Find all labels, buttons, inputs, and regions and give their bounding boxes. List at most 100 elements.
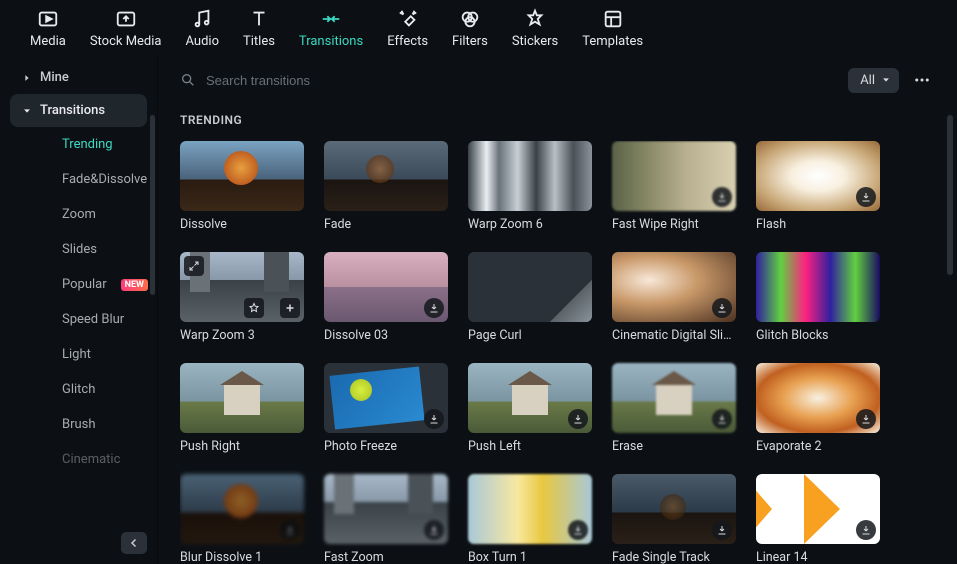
filter-all-button[interactable]: All (848, 68, 899, 93)
transition-card[interactable]: Linear 14 (756, 474, 880, 564)
templates-icon (602, 8, 624, 30)
sidebar-item-label: Speed Blur (62, 312, 124, 327)
sidebar-scrollbar[interactable] (150, 115, 155, 295)
sidebar-item-slides[interactable]: Slides (50, 232, 147, 267)
collapse-sidebar-button[interactable] (121, 532, 147, 554)
transition-thumbnail (756, 252, 880, 322)
transition-card[interactable]: Cinematic Digital Slide 03 (612, 252, 736, 343)
chevron-down-icon (881, 75, 891, 85)
expand-icon[interactable] (184, 256, 204, 276)
transition-thumbnail (180, 252, 304, 322)
transitions-icon (320, 8, 342, 30)
sidebar-item-label: Trending (62, 137, 113, 152)
sidebar-item-label: Popular (62, 277, 107, 292)
transition-card[interactable]: Box Turn 1 (468, 474, 592, 564)
sidebar-item-trending[interactable]: Trending (50, 127, 147, 162)
transition-card[interactable]: Page Curl (468, 252, 592, 343)
download-icon[interactable] (424, 409, 444, 429)
media-icon (37, 8, 59, 30)
transition-card[interactable]: Blur Dissolve 1 (180, 474, 304, 564)
tab-effects[interactable]: Effects (387, 8, 428, 49)
download-icon[interactable] (856, 520, 876, 540)
transition-thumbnail (756, 363, 880, 433)
filter-label: All (860, 73, 875, 88)
sidebar-item-label: Cinematic (62, 452, 120, 467)
download-icon[interactable] (568, 409, 588, 429)
download-icon[interactable] (712, 409, 732, 429)
transition-card[interactable]: Dissolve 03 (324, 252, 448, 343)
tab-label: Media (30, 34, 66, 49)
transition-card[interactable]: Fast Zoom (324, 474, 448, 564)
tab-media[interactable]: Media (30, 8, 66, 49)
sidebar-item-mine[interactable]: Mine (10, 61, 147, 94)
transition-thumbnail (612, 474, 736, 544)
new-badge: NEW (121, 279, 148, 291)
section-title: TRENDING (180, 113, 935, 127)
sidebar-item-transitions[interactable]: Transitions (10, 94, 147, 127)
transition-card[interactable]: Erase (612, 363, 736, 454)
transition-card[interactable]: Push Right (180, 363, 304, 454)
transition-card[interactable]: Glitch Blocks (756, 252, 880, 343)
transition-card[interactable]: Flash (756, 141, 880, 232)
favorite-icon[interactable] (244, 298, 264, 318)
sidebar-item-brush[interactable]: Brush (50, 407, 147, 442)
transition-card[interactable]: Photo Freeze (324, 363, 448, 454)
download-icon[interactable] (856, 187, 876, 207)
transition-label: Fade (324, 217, 448, 232)
transition-card[interactable]: Warp Zoom 6 (468, 141, 592, 232)
transition-card[interactable]: Push Left (468, 363, 592, 454)
tab-label: Audio (186, 34, 219, 49)
tab-templates[interactable]: Templates (582, 8, 643, 49)
effects-icon (397, 8, 419, 30)
transition-card[interactable]: Fade Single Track (612, 474, 736, 564)
content-scrollbar[interactable] (947, 115, 953, 275)
tab-audio[interactable]: Audio (186, 8, 219, 49)
transition-thumbnail (468, 141, 592, 211)
transition-thumbnail (180, 474, 304, 544)
sidebar-item-speed-blur[interactable]: Speed Blur (50, 302, 147, 337)
transition-label: Page Curl (468, 328, 592, 343)
transition-thumbnail (756, 141, 880, 211)
transition-thumbnail (180, 363, 304, 433)
add-icon[interactable] (280, 298, 300, 318)
tab-titles[interactable]: Titles (243, 8, 275, 49)
transition-label: Push Left (468, 439, 592, 454)
download-icon[interactable] (712, 298, 732, 318)
transition-label: Dissolve 03 (324, 328, 448, 343)
transition-label: Linear 14 (756, 550, 880, 564)
transition-label: Photo Freeze (324, 439, 448, 454)
transition-label: Blur Dissolve 1 (180, 550, 304, 564)
transition-card[interactable]: Evaporate 2 (756, 363, 880, 454)
titles-icon (248, 8, 270, 30)
download-icon[interactable] (856, 409, 876, 429)
tab-stock-media[interactable]: Stock Media (90, 8, 162, 49)
transition-card[interactable]: Fade (324, 141, 448, 232)
transition-label: Warp Zoom 3 (180, 328, 304, 343)
sidebar-item-zoom[interactable]: Zoom (50, 197, 147, 232)
sidebar-item-cinematic[interactable]: Cinematic (50, 442, 147, 477)
download-icon[interactable] (712, 520, 732, 540)
tab-stickers[interactable]: Stickers (512, 8, 558, 49)
transition-thumbnail (612, 252, 736, 322)
transition-card[interactable]: Dissolve (180, 141, 304, 232)
sidebar-item-glitch[interactable]: Glitch (50, 372, 147, 407)
transition-card[interactable]: Fast Wipe Right (612, 141, 736, 232)
more-button[interactable] (909, 67, 935, 93)
sidebar-item-light[interactable]: Light (50, 337, 147, 372)
download-icon[interactable] (568, 520, 588, 540)
tab-filters[interactable]: Filters (452, 8, 488, 49)
transition-label: Cinematic Digital Slide 03 (612, 328, 736, 343)
stickers-icon (524, 8, 546, 30)
transition-thumbnail (180, 141, 304, 211)
transition-thumbnail (468, 363, 592, 433)
download-icon[interactable] (424, 298, 444, 318)
sidebar-item-fade-dissolve[interactable]: Fade&Dissolve (50, 162, 147, 197)
transition-card[interactable]: Warp Zoom 3 (180, 252, 304, 343)
download-icon[interactable] (424, 520, 444, 540)
search-input[interactable] (206, 73, 506, 88)
download-icon[interactable] (712, 187, 732, 207)
tab-transitions[interactable]: Transitions (299, 8, 363, 49)
sidebar-item-popular[interactable]: Popular NEW (50, 267, 147, 302)
sidebar-item-label: Fade&Dissolve (62, 172, 147, 187)
download-icon[interactable] (280, 520, 300, 540)
